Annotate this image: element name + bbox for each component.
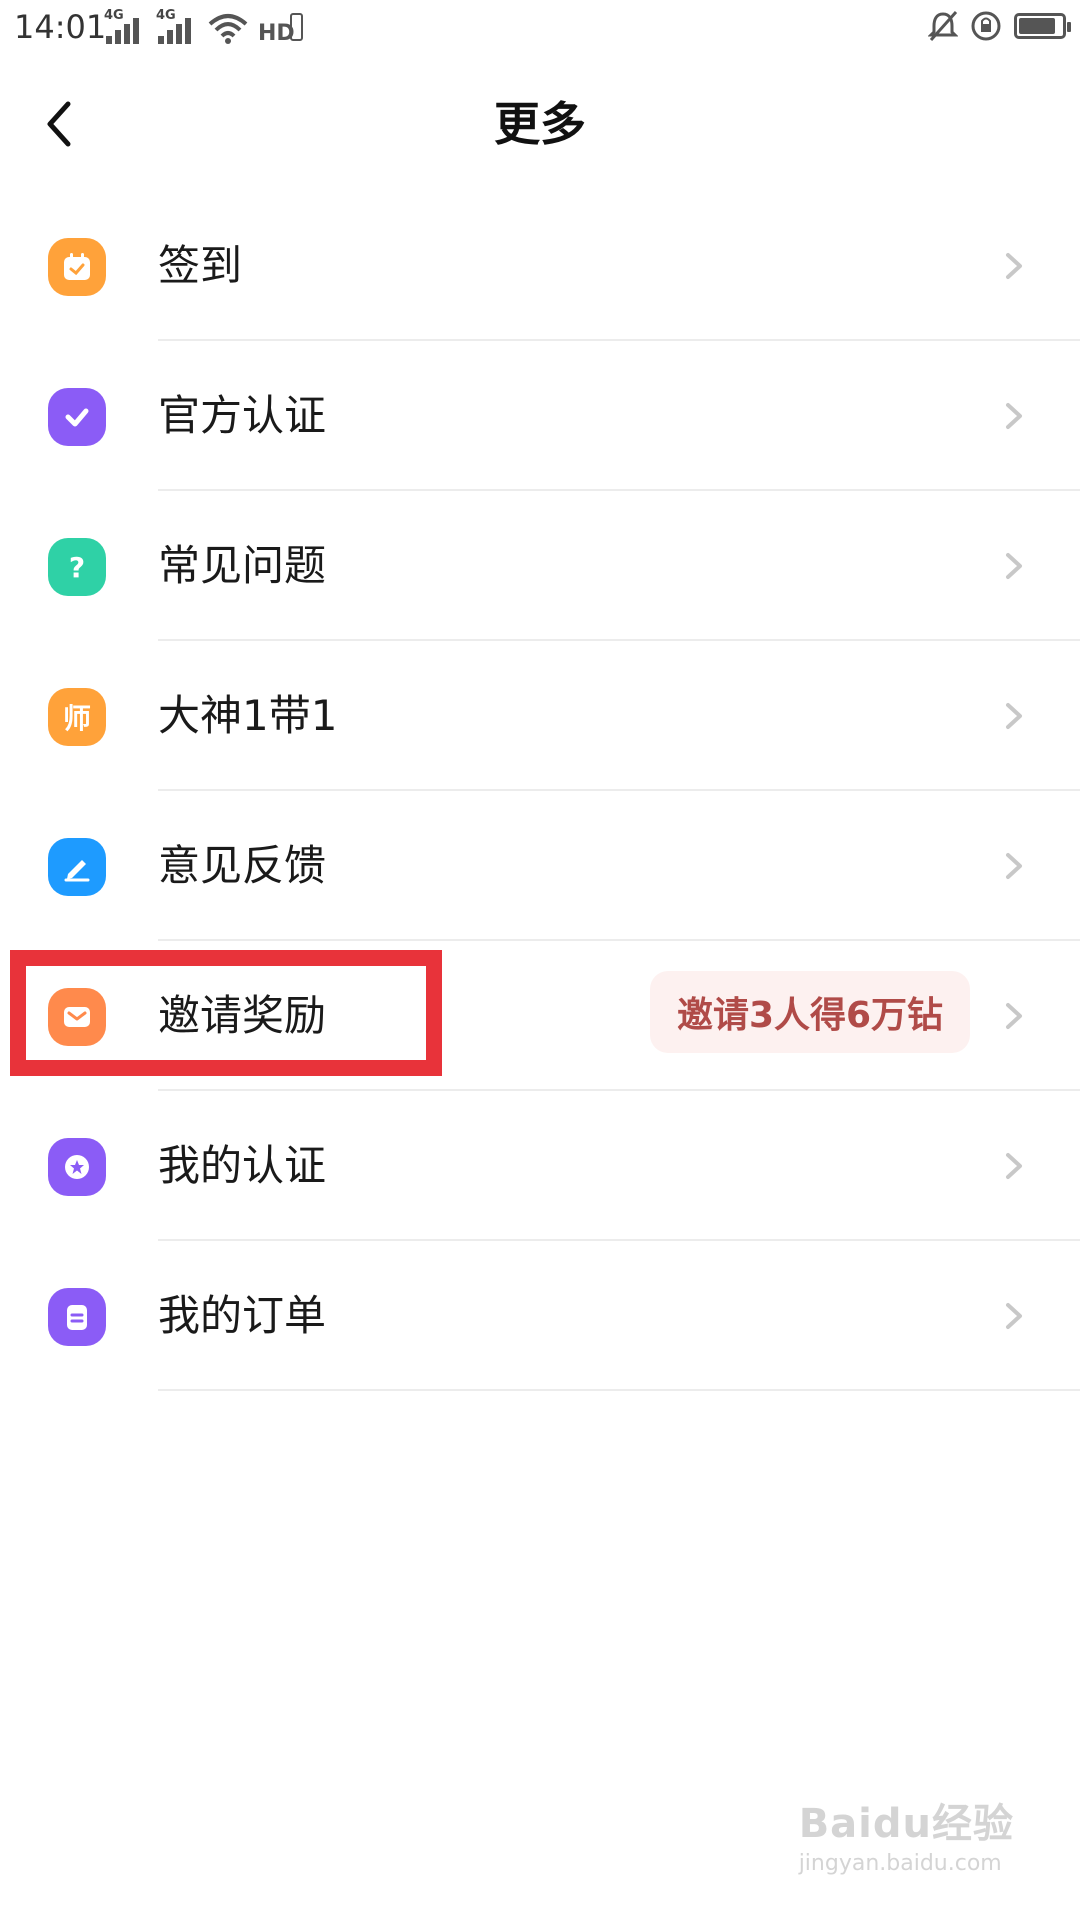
chevron-right-icon — [1006, 403, 1022, 429]
nav-bar: 更多 — [0, 64, 1080, 184]
rotation-lock-icon — [971, 11, 1001, 41]
menu-item-checkin[interactable]: 签到 — [0, 191, 1080, 341]
menu-item-mentor[interactable]: 师 大神1带1 — [0, 641, 1080, 791]
menu-item-my-verification[interactable]: 我的认证 — [0, 1091, 1080, 1241]
menu-label: 我的订单 — [158, 1291, 327, 1340]
invite-promo-badge[interactable]: 邀请3人得6万钻 — [650, 971, 970, 1053]
question-icon: ? — [48, 538, 106, 596]
hd-icon: HD — [258, 13, 303, 44]
chevron-right-icon — [1006, 1003, 1022, 1029]
status-left-icons: 4G 4G HD — [104, 8, 304, 44]
teacher-icon: 师 — [48, 688, 106, 746]
pencil-icon — [48, 838, 106, 896]
battery-icon — [1014, 13, 1071, 39]
menu-item-faq[interactable]: ? 常见问题 — [0, 491, 1080, 641]
status-right-icons — [928, 10, 1071, 42]
checkmark-icon — [48, 388, 106, 446]
chevron-right-icon — [1006, 253, 1022, 279]
menu-label: 常见问题 — [158, 541, 327, 590]
chevron-right-icon — [1006, 1303, 1022, 1329]
mute-icon — [928, 11, 958, 41]
menu-label: 官方认证 — [158, 391, 327, 440]
menu-item-official-verification[interactable]: 官方认证 — [0, 341, 1080, 491]
menu-label: 大神1带1 — [158, 691, 338, 740]
svg-text:HD: HD — [258, 21, 295, 44]
chevron-right-icon — [1006, 703, 1022, 729]
menu-label: 签到 — [158, 241, 243, 290]
clipboard-icon — [48, 1288, 106, 1346]
menu-item-feedback[interactable]: 意见反馈 — [0, 791, 1080, 941]
calendar-check-icon — [48, 238, 106, 296]
signal-icon: 4G — [104, 8, 146, 44]
menu-label: 我的认证 — [158, 1141, 327, 1190]
watermark-url: jingyan.baidu.com — [798, 1851, 1002, 1876]
chevron-right-icon — [1006, 853, 1022, 879]
status-bar: 14:01 4G 4G HD — [0, 0, 1080, 56]
status-time: 14:01 — [14, 8, 107, 46]
baidu-watermark: Baidu经验 jingyan.baidu.com — [799, 1791, 1014, 1876]
wifi-icon — [208, 14, 248, 44]
chevron-right-icon — [1006, 553, 1022, 579]
badge-star-icon — [48, 1138, 106, 1196]
divider — [158, 1389, 1080, 1391]
page-title: 更多 — [494, 97, 586, 151]
chevron-right-icon — [1006, 1153, 1022, 1179]
menu-label: 意见反馈 — [158, 841, 327, 890]
signal-icon: 4G — [156, 8, 198, 44]
menu-list: 签到 官方认证 ? 常见问题 师 大神1带1 意见反馈 邀请奖励 邀请3人得6万… — [0, 191, 1080, 1391]
watermark-logo-text: Baidu经验 — [798, 1801, 1014, 1847]
highlight-annotation — [10, 950, 442, 1076]
menu-item-my-orders[interactable]: 我的订单 — [0, 1241, 1080, 1391]
